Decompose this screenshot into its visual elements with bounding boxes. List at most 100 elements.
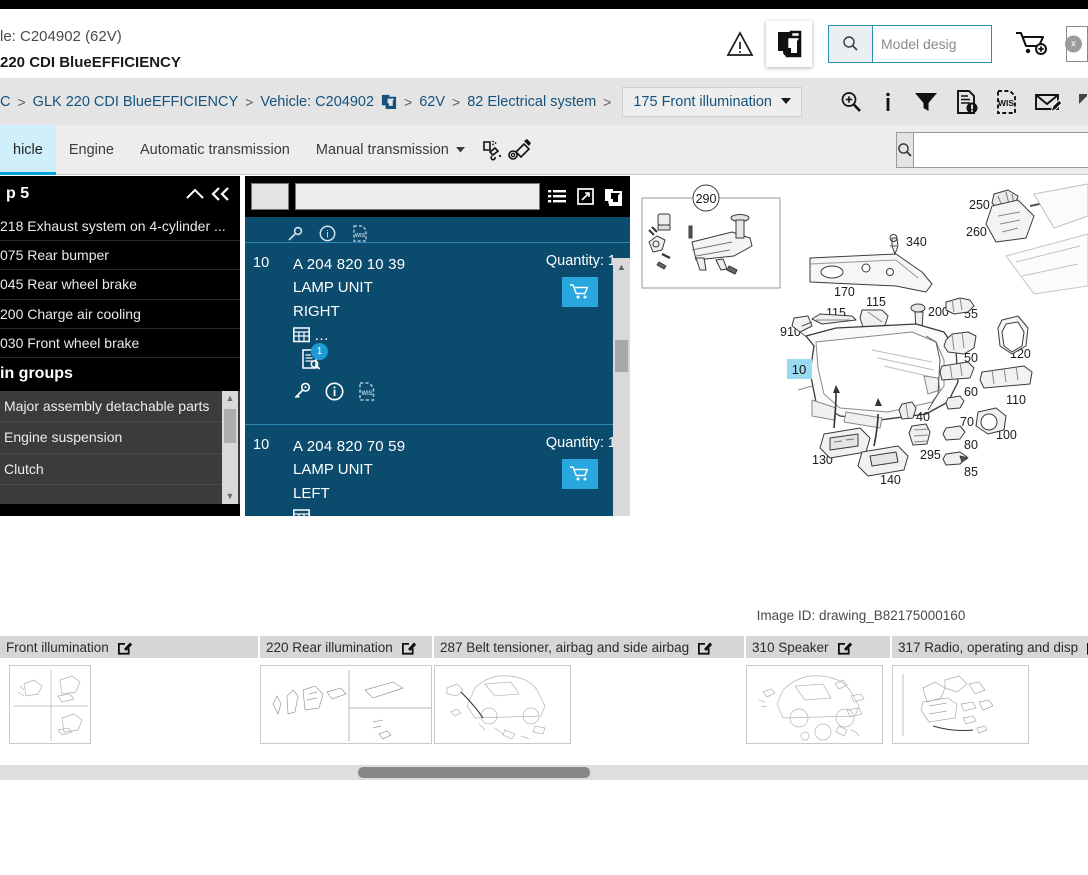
filter-icon[interactable] (913, 90, 939, 114)
thumbnail[interactable] (892, 665, 1029, 744)
edit-icon[interactable] (117, 640, 132, 655)
thumbnail-images-3 (746, 658, 890, 744)
app-header: le: C204902 (62V) 220 CDI BlueEFFICIENCY (0, 9, 1088, 78)
scroll-up-icon[interactable]: ▲ (613, 258, 630, 275)
fastener-icon[interactable] (506, 125, 534, 175)
thumbnail[interactable] (260, 665, 432, 744)
thumbnail-caption-3[interactable]: 310 Speaker (746, 636, 890, 658)
parts-search-input[interactable] (295, 183, 540, 210)
sidebar-groups-list: Major assembly detachable parts Engine s… (0, 390, 240, 504)
top-black-strip (0, 0, 1088, 9)
global-search[interactable] (896, 132, 1088, 168)
chevron-up-icon[interactable] (182, 187, 208, 201)
search-icon[interactable] (829, 25, 873, 62)
search-icon[interactable] (897, 133, 914, 167)
thumbnail[interactable] (434, 665, 571, 744)
table-row[interactable]: 10 A 204 820 10 39 LAMP UNIT RIGHT Quant… (245, 243, 630, 425)
document-alert-icon[interactable] (955, 89, 979, 115)
parts-diagram[interactable]: 290 250 260 340 170 115 115 200 55 910 1… (634, 176, 1088, 636)
wis-document-icon[interactable]: WIS (352, 225, 368, 242)
key-icon[interactable] (293, 382, 311, 400)
copy-icon[interactable] (602, 183, 624, 211)
add-to-cart-button[interactable] (562, 459, 598, 489)
model-search-input[interactable]: Model desig (873, 26, 991, 62)
breadcrumb-active-group[interactable]: 175 Front illumination (622, 86, 802, 117)
thumbnail[interactable] (9, 665, 91, 744)
model-designation-search[interactable]: Model desig x (828, 24, 1082, 63)
wis-document-icon[interactable]: WIS (358, 382, 376, 401)
part-number[interactable]: A 204 820 10 39 (293, 253, 510, 276)
svg-text:60: 60 (964, 385, 978, 399)
copy-documents-icon[interactable] (766, 20, 812, 67)
sidebar-group-0[interactable]: Major assembly detachable parts (0, 391, 225, 423)
tab-automatic-transmission[interactable]: Automatic transmission (127, 125, 303, 175)
sidebar-item-2[interactable]: 045 Rear wheel brake (0, 270, 240, 300)
key-icon[interactable] (287, 226, 303, 242)
thumbnail-caption-text: 317 Radio, operating and disp (898, 639, 1079, 655)
tab-engine[interactable]: Engine (56, 125, 127, 175)
info-icon[interactable] (879, 90, 897, 114)
breadcrumb-item-0[interactable]: C (0, 94, 10, 110)
thumbnail-caption-1[interactable]: 220 Rear illumination (260, 636, 432, 658)
thumbnail-caption-0[interactable]: Front illumination (0, 636, 258, 658)
thumbnail-caption-2[interactable]: 287 Belt tensioner, airbag and side airb… (434, 636, 744, 658)
expand-icon[interactable] (574, 183, 596, 211)
scrollbar-thumb[interactable] (615, 340, 628, 372)
part-quantity: Quantity: 1 (546, 435, 616, 451)
breadcrumb-separator: > (452, 93, 461, 110)
scroll-down-icon[interactable]: ▼ (226, 489, 235, 504)
wis-document-icon[interactable]: WIS (995, 89, 1018, 115)
edit-icon[interactable] (837, 640, 852, 655)
scrollbar-thumb[interactable] (358, 767, 590, 778)
sidebar-item-1[interactable]: 075 Rear bumper (0, 241, 240, 271)
truncated-toolbar-icon[interactable] (1078, 90, 1088, 114)
table-ellipsis[interactable]: … (314, 327, 330, 344)
tab-manual-transmission[interactable]: Manual transmission (303, 125, 478, 175)
sidebar-item-4[interactable]: 030 Front wheel brake (0, 329, 240, 358)
thumbnail-group-1: 220 Rear illumination (260, 636, 432, 760)
breadcrumb-item-2[interactable]: Vehicle: C204902 (260, 94, 374, 110)
sidebar-group-1[interactable]: Engine suspension (0, 422, 225, 454)
breadcrumb-copy-icon[interactable] (380, 93, 397, 110)
sidebar-group-2[interactable]: Clutch (0, 454, 225, 485)
info-circle-icon[interactable]: i (319, 225, 336, 242)
double-chevron-left-icon[interactable] (208, 186, 234, 202)
info-circle-icon[interactable] (325, 382, 344, 401)
parts-scrollbar[interactable]: ▲ ▼ (613, 258, 630, 516)
thumbnail-group-0: Front illumination (0, 636, 258, 760)
thumbnail-caption-4[interactable]: 317 Radio, operating and disp (892, 636, 1088, 658)
sidebar-item-0[interactable]: 218 Exhaust system on 4-cylinder ... (0, 212, 240, 242)
warning-triangle-icon[interactable] (720, 24, 760, 64)
table-icon[interactable] (293, 327, 310, 343)
sidebar-item-3[interactable]: 200 Charge air cooling (0, 300, 240, 329)
thumbnail-horizontal-scrollbar[interactable] (0, 765, 1088, 780)
table-icon[interactable] (293, 509, 310, 516)
clear-search-icon[interactable]: x (1065, 35, 1082, 52)
epc-application-window: le: C204902 (62V) 220 CDI BlueEFFICIENCY (0, 0, 1088, 875)
parts-filter-box[interactable] (251, 183, 289, 210)
sidebar-recent-list: 218 Exhaust system on 4-cylinder ... 075… (0, 212, 240, 358)
parts-list-panel: i WIS 10 A 204 820 10 39 LAMP UNIT RIGHT… (245, 176, 630, 516)
global-search-input[interactable] (914, 133, 1088, 167)
add-to-cart-button[interactable] (562, 277, 598, 307)
part-number[interactable]: A 204 820 70 59 (293, 435, 510, 458)
paint-code-icon[interactable] (478, 125, 506, 175)
chevron-down-icon (780, 98, 791, 105)
edit-icon[interactable] (401, 640, 416, 655)
sidebar-scrollbar[interactable]: ▲ ▼ (222, 390, 238, 504)
table-row-partial[interactable]: i WIS (245, 217, 630, 243)
mail-edit-icon[interactable] (1034, 90, 1062, 114)
list-view-icon[interactable] (546, 183, 568, 211)
breadcrumb-item-3[interactable]: 62V (419, 94, 445, 110)
table-row[interactable]: 10 A 204 820 70 59 LAMP UNIT LEFT Quanti… (245, 425, 630, 516)
scroll-up-icon[interactable]: ▲ (226, 391, 235, 406)
scrollbar-thumb[interactable] (224, 408, 236, 443)
edit-icon[interactable] (697, 640, 713, 655)
drawing-thumbnail-strip: Front illumination 220 Rear illumination… (0, 636, 1088, 773)
zoom-in-icon[interactable] (839, 90, 863, 114)
tab-vehicle[interactable]: hicle (0, 124, 56, 175)
cart-add-icon[interactable] (1006, 21, 1058, 67)
thumbnail[interactable] (746, 665, 883, 744)
breadcrumb-item-1[interactable]: GLK 220 CDI BlueEFFICIENCY (33, 94, 239, 110)
breadcrumb-item-4[interactable]: 82 Electrical system (467, 94, 596, 110)
